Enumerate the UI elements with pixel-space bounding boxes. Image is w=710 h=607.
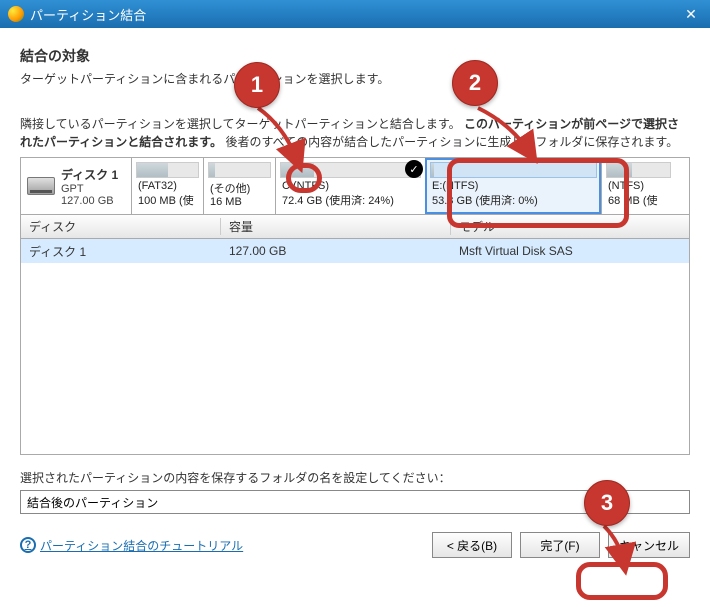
partition-name: C:(NTFS) <box>276 180 425 192</box>
disk-icon <box>27 177 55 195</box>
partition-size: 68 MB (使 <box>602 192 675 208</box>
th-disk[interactable]: ディスク <box>21 218 221 235</box>
partition-box[interactable]: (FAT32)100 MB (使 <box>131 158 203 214</box>
partition-name: E:(NTFS) <box>426 180 601 192</box>
titlebar: パーティション結合 ✕ <box>0 0 710 28</box>
partition-box[interactable]: C:(NTFS)72.4 GB (使用済: 24%) ✓ <box>275 158 425 214</box>
folder-label: 選択されたパーティションの内容を保存するフォルダの名を設定してください： <box>20 469 690 486</box>
td-capacity: 127.00 GB <box>221 244 451 258</box>
td-disk: ディスク 1 <box>21 243 221 260</box>
instr-prefix: 隣接しているパーティションを選択してターゲットパーティションと結合します。 <box>20 117 461 131</box>
tutorial-link[interactable]: ? パーティション結合のチュートリアル <box>20 537 424 554</box>
section-title: 結合の対象 <box>20 46 690 66</box>
annotation-badge-3: 3 <box>584 480 630 526</box>
table-row[interactable]: ディスク 1127.00 GBMsft Virtual Disk SAS <box>21 239 689 263</box>
instr-suffix: 後者のすべての内容が結合したパーティションに生成したフォルダに保存されます。 <box>225 135 678 149</box>
td-model: Msft Virtual Disk SAS <box>451 244 689 258</box>
bottom-bar: ? パーティション結合のチュートリアル < 戻る(B) 完了(F) キャンセル <box>20 532 690 558</box>
disk-layout: ディスク 1 GPT 127.00 GB (FAT32)100 MB (使(その… <box>20 157 690 215</box>
partition-name: (FAT32) <box>132 180 203 192</box>
annotation-badge-2: 2 <box>452 60 498 106</box>
disk-info: ディスク 1 GPT 127.00 GB <box>21 158 131 214</box>
disk-type: GPT <box>61 183 118 195</box>
tutorial-text: パーティション結合のチュートリアル <box>40 537 243 554</box>
partition-size: 100 MB (使 <box>132 192 203 208</box>
partition-name: (NTFS) <box>602 180 675 192</box>
section-subtitle: ターゲットパーティションに含まれるパーティションを選択します。 <box>20 70 690 87</box>
disk-size: 127.00 GB <box>61 195 118 207</box>
th-model[interactable]: モデル <box>451 218 689 235</box>
partition-name: (その他) <box>204 180 275 196</box>
window-title: パーティション結合 <box>30 5 680 24</box>
back-button[interactable]: < 戻る(B) <box>432 532 512 558</box>
table-header: ディスク 容量 モデル <box>21 215 689 239</box>
annotation-badge-1: 1 <box>234 62 280 108</box>
partition-box[interactable]: (その他)16 MB <box>203 158 275 214</box>
partition-size: 72.4 GB (使用済: 24%) <box>276 192 425 208</box>
app-icon <box>8 6 24 22</box>
disk-name: ディスク 1 <box>61 166 118 183</box>
finish-button[interactable]: 完了(F) <box>520 532 600 558</box>
check-icon: ✓ <box>405 160 423 178</box>
th-capacity[interactable]: 容量 <box>221 218 451 235</box>
instruction-text: 隣接しているパーティションを選択してターゲットパーティションと結合します。 この… <box>20 115 690 151</box>
help-icon: ? <box>20 537 36 553</box>
cancel-button[interactable]: キャンセル <box>608 532 690 558</box>
disk-table: ディスク 容量 モデル ディスク 1127.00 GBMsft Virtual … <box>20 215 690 455</box>
partition-box[interactable]: (NTFS)68 MB (使 <box>601 158 675 214</box>
partition-size: 16 MB <box>204 196 275 208</box>
partition-box[interactable]: E:(NTFS)53.8 GB (使用済: 0%) <box>425 158 601 214</box>
partition-size: 53.8 GB (使用済: 0%) <box>426 192 601 208</box>
close-icon[interactable]: ✕ <box>680 3 702 25</box>
